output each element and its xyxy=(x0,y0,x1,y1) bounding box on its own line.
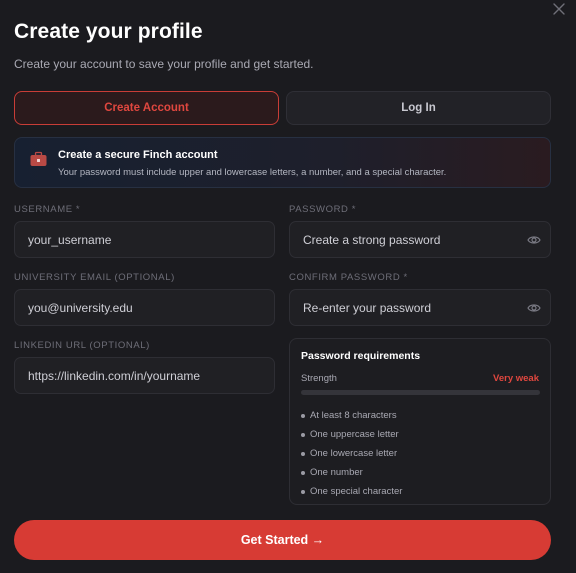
linkedin-field-wrapper xyxy=(14,357,275,394)
confirm-password-field-wrapper xyxy=(289,289,551,326)
password-label: PASSWORD * xyxy=(289,204,357,215)
close-icon xyxy=(553,3,565,15)
requirement-text: One special character xyxy=(310,486,403,497)
password-field-wrapper xyxy=(289,221,551,258)
get-started-button[interactable]: Get Started → xyxy=(14,520,551,560)
username-input[interactable] xyxy=(15,222,274,257)
tab-log-in[interactable]: Log In xyxy=(286,91,551,125)
info-banner: Create a secure Finch account Your passw… xyxy=(14,137,551,188)
info-banner-title: Create a secure Finch account xyxy=(58,149,218,161)
requirement-text: One number xyxy=(310,467,363,478)
strength-value: Very weak xyxy=(493,373,539,384)
linkedin-input[interactable] xyxy=(15,358,274,393)
confirm-password-label: CONFIRM PASSWORD * xyxy=(289,272,408,283)
strength-label: Strength xyxy=(301,373,337,384)
bullet-icon xyxy=(301,489,305,494)
requirement-text: One lowercase letter xyxy=(310,448,398,459)
requirement-text: One uppercase letter xyxy=(310,429,399,440)
requirements-list: At least 8 characters One uppercase lett… xyxy=(301,406,402,501)
tab-create-account[interactable]: Create Account xyxy=(14,91,279,125)
email-input[interactable] xyxy=(15,290,274,325)
strength-meter xyxy=(301,390,540,395)
bullet-icon xyxy=(301,451,305,456)
password-input[interactable] xyxy=(290,222,550,257)
briefcase-icon xyxy=(30,151,47,166)
password-requirements-panel: Password requirements Strength Very weak… xyxy=(289,338,551,505)
requirement-item: One number xyxy=(301,463,402,482)
email-field-wrapper xyxy=(14,289,275,326)
eye-icon[interactable] xyxy=(527,302,541,314)
requirement-item: One special character xyxy=(301,482,402,501)
username-label: USERNAME * xyxy=(14,204,81,215)
requirements-title: Password requirements xyxy=(301,350,421,362)
requirement-text: At least 8 characters xyxy=(310,410,397,421)
bullet-icon xyxy=(301,432,305,437)
requirement-item: At least 8 characters xyxy=(301,406,402,425)
page-subtitle: Create your account to save your profile… xyxy=(14,57,314,71)
requirement-item: One uppercase letter xyxy=(301,425,402,444)
eye-icon[interactable] xyxy=(527,234,541,246)
bullet-icon xyxy=(301,470,305,475)
info-banner-text: Your password must include upper and low… xyxy=(58,167,447,178)
confirm-password-input[interactable] xyxy=(290,290,550,325)
auth-tabs: Create Account Log In xyxy=(14,91,551,125)
bullet-icon xyxy=(301,413,305,418)
username-field-wrapper xyxy=(14,221,275,258)
linkedin-label: LINKEDIN URL (OPTIONAL) xyxy=(14,340,150,351)
email-label: UNIVERSITY EMAIL (OPTIONAL) xyxy=(14,272,175,283)
page-title: Create your profile xyxy=(14,20,203,43)
close-button[interactable] xyxy=(551,1,567,17)
requirement-item: One lowercase letter xyxy=(301,444,402,463)
